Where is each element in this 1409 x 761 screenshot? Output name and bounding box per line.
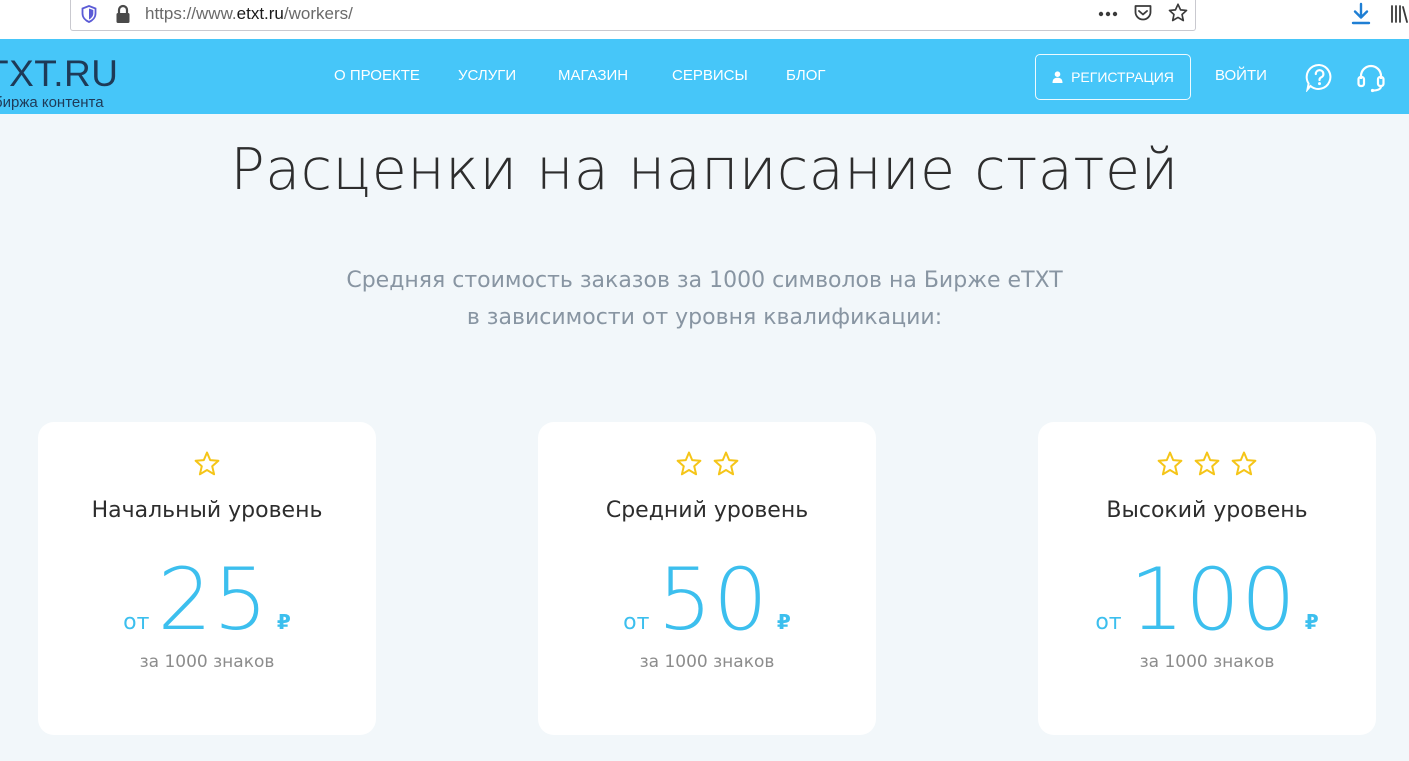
browser-toolbar: https://www.etxt.ru/workers/ — [0, 0, 1409, 39]
login-link[interactable]: ВОЙТИ — [1215, 68, 1267, 83]
person-icon — [1052, 71, 1063, 83]
register-button[interactable]: РЕГИСТРАЦИЯ — [1035, 54, 1191, 100]
price-unit: за 1000 знаков — [1139, 652, 1275, 672]
price-value: 25 — [157, 550, 269, 650]
price-value: 100 — [1129, 550, 1297, 650]
currency-symbol: ₽ — [276, 610, 291, 634]
lock-icon[interactable] — [115, 4, 131, 24]
price-from: от — [1095, 610, 1122, 635]
logo-tagline: биржа контента — [0, 94, 104, 111]
star-icon — [1194, 451, 1220, 476]
price: от 50 ₽ — [538, 557, 876, 643]
shield-icon[interactable] — [81, 5, 97, 23]
level-stars — [1038, 450, 1376, 478]
subtitle-line: в зависимости от уровня квалификации: — [466, 305, 943, 330]
site-logo[interactable]: TXT.RU — [0, 55, 119, 92]
nav-item-about[interactable]: О ПРОЕКТЕ — [334, 68, 420, 83]
currency-symbol: ₽ — [1304, 610, 1319, 634]
price-value: 50 — [657, 550, 769, 650]
level-name: Высокий уровень — [1106, 498, 1308, 523]
url-text[interactable]: https://www.etxt.ru/workers/ — [145, 4, 353, 24]
dots-icon[interactable] — [1097, 4, 1119, 24]
star-icon — [1157, 451, 1183, 476]
price-unit: за 1000 знаков — [639, 652, 775, 672]
star-icon — [1231, 451, 1257, 476]
pricing-card-advanced: Высокий уровень от 100 ₽ за 1000 знаков — [1038, 422, 1376, 735]
page-subtitle: Средняя стоимость заказов за 1000 символ… — [0, 262, 1409, 336]
level-name: Начальный уровень — [91, 498, 323, 523]
nav-item-shop[interactable]: МАГАЗИН — [558, 68, 628, 83]
currency-symbol: ₽ — [776, 610, 791, 634]
star-icon — [194, 451, 220, 476]
price-from: от — [123, 610, 150, 635]
level-stars — [538, 450, 876, 478]
pricing-card-beginner: Начальный уровень от 25 ₽ за 1000 знаков — [38, 422, 376, 735]
bookmark-icon[interactable] — [1167, 2, 1189, 24]
price-unit: за 1000 знаков — [139, 652, 275, 672]
download-icon[interactable] — [1350, 2, 1372, 26]
help-icon[interactable] — [1305, 63, 1334, 92]
star-icon — [713, 451, 738, 476]
nav-item-blog[interactable]: БЛОГ — [786, 68, 825, 83]
level-stars — [38, 450, 376, 478]
site-header: TXT.RU биржа контента О ПРОЕКТЕ УСЛУГИ М… — [0, 39, 1409, 114]
price: от 25 ₽ — [38, 557, 376, 643]
nav-item-services[interactable]: УСЛУГИ — [458, 68, 516, 83]
star-icon — [676, 451, 701, 476]
pocket-icon[interactable] — [1133, 3, 1153, 23]
library-icon[interactable] — [1390, 4, 1409, 24]
level-name: Средний уровень — [605, 498, 809, 523]
subtitle-line: Средняя стоимость заказов за 1000 символ… — [346, 268, 1063, 293]
price: от 100 ₽ — [1038, 557, 1376, 643]
nav-item-tools[interactable]: СЕРВИСЫ — [672, 68, 748, 83]
page-title: Расценки на написание статей — [230, 137, 1179, 203]
headset-icon[interactable] — [1356, 63, 1386, 93]
address-bar[interactable]: https://www.etxt.ru/workers/ — [70, 0, 1196, 31]
price-from: от — [623, 610, 650, 635]
pricing-card-intermediate: Средний уровень от 50 ₽ за 1000 знаков — [538, 422, 876, 735]
register-label: РЕГИСТРАЦИЯ — [1071, 69, 1174, 85]
